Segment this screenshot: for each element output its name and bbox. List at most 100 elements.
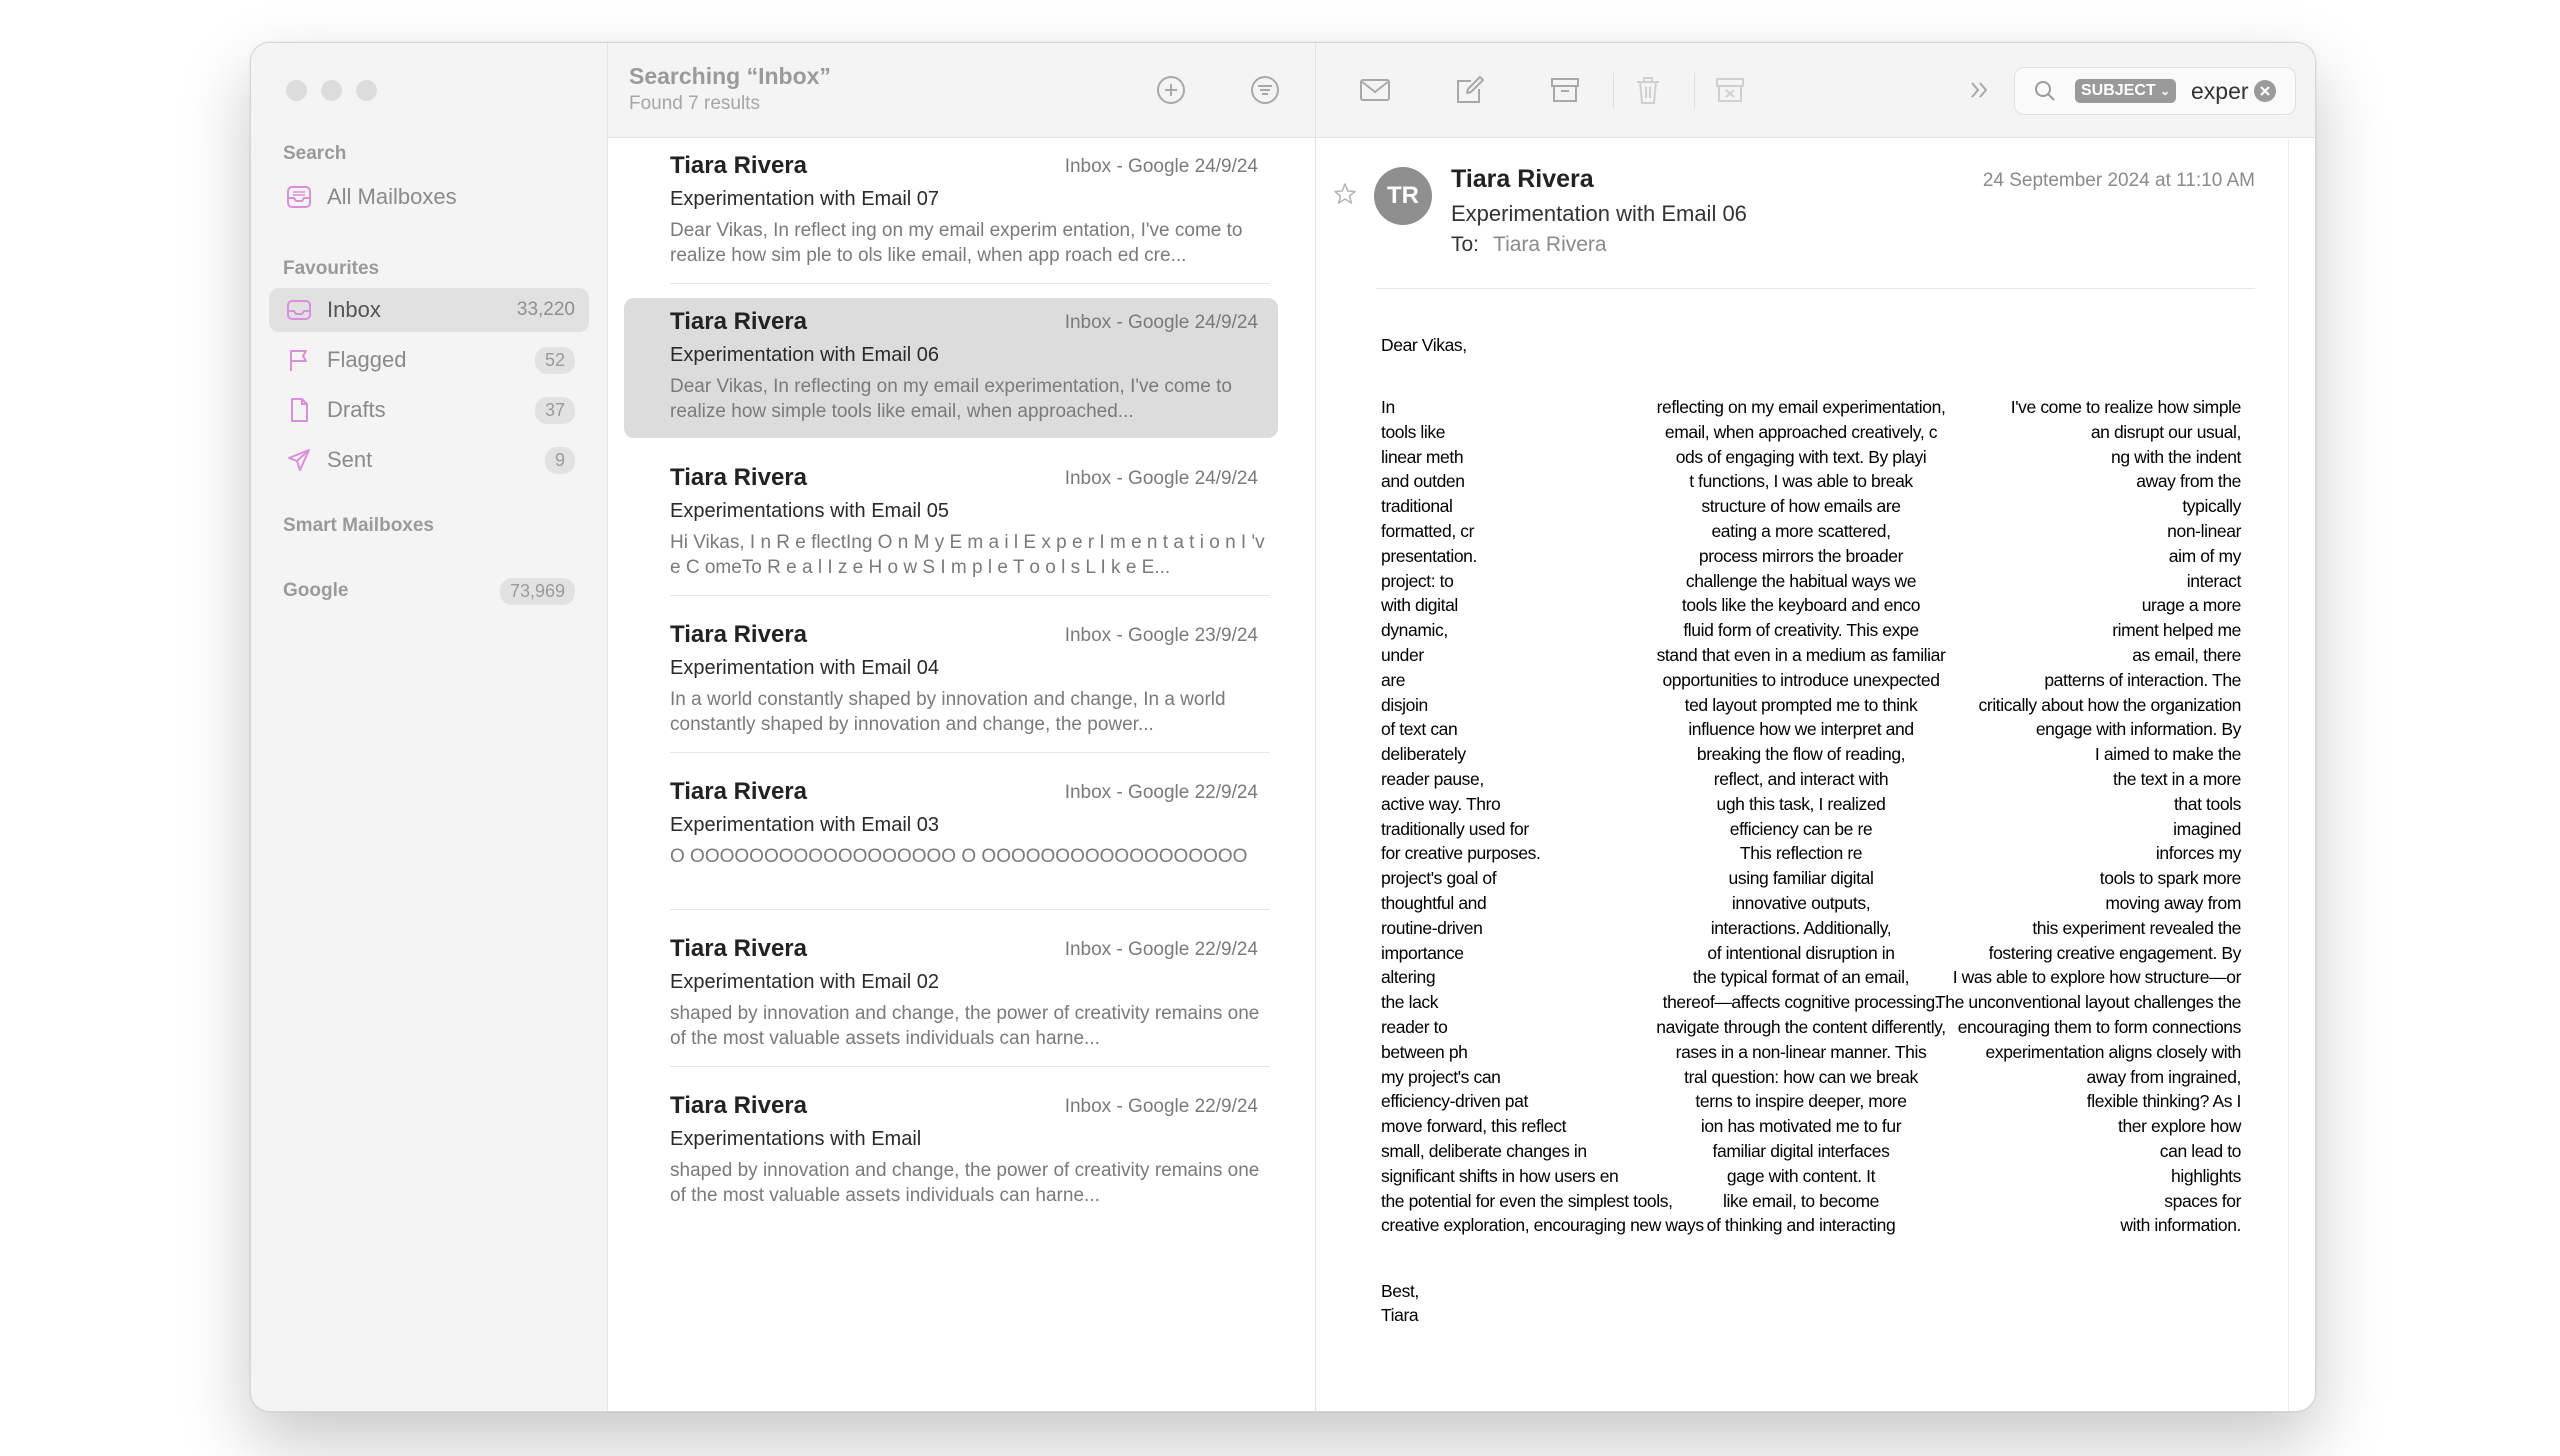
email-body-fragment: typically xyxy=(2182,496,2241,517)
filter-button[interactable] xyxy=(1248,73,1282,107)
tray-icon xyxy=(285,183,313,211)
email-body-line: project's goal of using familiar digital t… xyxy=(1381,868,2241,893)
message-subject: Experimentation with Email 04 xyxy=(670,657,940,679)
email-body-fragment: using familiar digital xyxy=(1728,868,1874,889)
message-preview: shaped by innovation and change, the pow… xyxy=(670,1003,1260,1049)
sidebar-section-smart-mailboxes[interactable]: Smart Mailboxes xyxy=(283,515,434,537)
email-body-line: and outden t functions, I was able to bre… xyxy=(1381,471,2241,496)
email-body-fragment: tral question: how can we break xyxy=(1684,1066,1918,1087)
compose-button[interactable] xyxy=(1451,71,1489,109)
email-body-line: traditional structure of how emails are ty… xyxy=(1381,496,2241,521)
email-body-fragment: patterns of interaction. The xyxy=(2044,669,2241,690)
email-body-fragment: reflecting on my email experimentation, xyxy=(1656,397,1946,417)
close-window-button[interactable] xyxy=(286,80,307,101)
email-body-line: dynamic, fluid form of creativity. This e… xyxy=(1381,620,2241,645)
more-toolbar-button[interactable] xyxy=(1960,71,1998,109)
email-body-line: the potential for even the simplest tool… xyxy=(1381,1191,2241,1216)
mail-window: Search All Mailboxes Favourites Inbox 33… xyxy=(250,42,2316,1412)
message-sender: Tiara Rivera xyxy=(670,152,807,179)
to-label: To: xyxy=(1451,233,1480,256)
message-meta: Inbox - Google 24/9/24 xyxy=(1064,468,1258,489)
email-body-fragment: fostering creative engagement. By xyxy=(1988,942,2242,963)
star-icon[interactable] xyxy=(1332,181,1358,207)
email-body-fragment: interact xyxy=(2186,570,2242,591)
sidebar-item-flagged[interactable]: Flagged 52 xyxy=(269,338,589,382)
archive-button[interactable] xyxy=(1546,71,1584,109)
message-meta: Inbox - Google 22/9/24 xyxy=(1064,782,1258,803)
message-row[interactable]: Tiara Rivera Inbox - Google 24/9/24 Expe… xyxy=(624,142,1278,284)
message-meta: Inbox - Google 22/9/24 xyxy=(1064,1096,1258,1117)
message-sender: Tiara Rivera xyxy=(670,778,807,805)
recipient-name[interactable]: Tiara Rivera xyxy=(1493,233,1607,256)
email-body-fragment: for creative purposes. xyxy=(1381,843,1541,864)
email-body-fragment: I aimed to make the xyxy=(2094,744,2241,765)
email-body-fragment: and outden xyxy=(1381,471,1465,492)
email-body-fragment: away from the xyxy=(2136,471,2241,492)
message-row[interactable]: Tiara Rivera Inbox - Google 22/9/24 Expe… xyxy=(624,768,1278,910)
message-row[interactable]: Tiara Rivera Inbox - Google 22/9/24 Expe… xyxy=(624,925,1278,1067)
email-body: In reflecting on my email experimentation… xyxy=(1381,397,2241,1240)
email-body-fragment: under xyxy=(1381,644,1424,665)
sidebar-item-label: All Mailboxes xyxy=(327,184,457,209)
sidebar: Search All Mailboxes Favourites Inbox 33… xyxy=(251,43,608,1411)
email-body-line: reader to navigate through the content di… xyxy=(1381,1017,2241,1042)
email-body-line: altering the typical format of an email, I… xyxy=(1381,967,2241,992)
message-row[interactable]: Tiara Rivera Inbox - Google 22/9/24 Expe… xyxy=(624,1082,1278,1222)
message-meta: Inbox - Google 24/9/24 xyxy=(1064,156,1258,177)
email-body-fragment: thoughtful and xyxy=(1381,892,1487,913)
window-controls xyxy=(286,80,377,101)
email-body-fragment: stand that even in a medium as familiar xyxy=(1656,644,1946,665)
sidebar-item-drafts[interactable]: Drafts 37 xyxy=(269,388,589,432)
scrollbar[interactable] xyxy=(2288,139,2289,1411)
message-row[interactable]: Tiara Rivera Inbox - Google 24/9/24 Expe… xyxy=(624,454,1278,596)
sidebar-item-inbox[interactable]: Inbox 33,220 xyxy=(269,288,589,332)
email-body-fragment: innovative outputs, xyxy=(1731,892,1871,913)
get-mail-button[interactable] xyxy=(1356,71,1394,109)
row-divider xyxy=(670,283,1270,284)
email-body-fragment: challenge the habitual ways we xyxy=(1685,570,1917,591)
search-input[interactable]: exper xyxy=(2191,78,2249,105)
message-list-pane: Searching “Inbox” Found 7 results Tiara … xyxy=(608,43,1316,1411)
new-message-button[interactable] xyxy=(1154,73,1188,107)
email-body-line: routine-driven interactions. Additionally… xyxy=(1381,918,2241,943)
email-body-fragment: the text in a more xyxy=(2112,768,2241,789)
minimize-window-button[interactable] xyxy=(321,80,342,101)
email-body-fragment: non-linear xyxy=(2167,520,2241,541)
email-body-line: small, deliberate changes in familiar dig… xyxy=(1381,1141,2241,1166)
email-body-fragment: I've come to realize how simple xyxy=(2010,397,2242,417)
message-row-selected[interactable]: Tiara Rivera Inbox - Google 24/9/24 Expe… xyxy=(624,298,1278,438)
message-preview: Dear Vikas, In reflecting on my email ex… xyxy=(670,376,1232,422)
email-body-line: active way. Thro ugh this task, I realize… xyxy=(1381,794,2241,819)
email-body-line: efficiency-driven pat terns to inspire de… xyxy=(1381,1091,2241,1116)
clear-search-icon[interactable] xyxy=(2253,79,2277,103)
sidebar-item-sent[interactable]: Sent 9 xyxy=(269,438,589,482)
zoom-window-button[interactable] xyxy=(356,80,377,101)
email-body-line: under stand that even in a medium as fami… xyxy=(1381,645,2241,670)
email-body-fragment: this experiment revealed the xyxy=(2032,917,2241,938)
sender-name[interactable]: Tiara Rivera xyxy=(1451,165,1594,194)
sidebar-item-all-mailboxes[interactable]: All Mailboxes xyxy=(269,175,589,219)
junk-button[interactable] xyxy=(1711,71,1749,109)
delete-button[interactable] xyxy=(1629,71,1667,109)
email-body-fragment: reader pause, xyxy=(1381,768,1484,789)
email-body-fragment: disjoin xyxy=(1381,694,1428,715)
email-body-line: project: to challenge the habitual ways w… xyxy=(1381,571,2241,596)
sidebar-item-label: Inbox xyxy=(327,297,381,322)
email-body-line: are opportunities to introduce unexpected… xyxy=(1381,670,2241,695)
email-body-fragment: eating a more scattered, xyxy=(1711,520,1891,541)
email-body-fragment: deliberately xyxy=(1381,744,1466,765)
search-scope-token[interactable]: SUBJECT ⌄ xyxy=(2075,79,2177,103)
email-body-fragment: aim of my xyxy=(2168,545,2242,566)
sidebar-item-google[interactable]: Google 73,969 xyxy=(269,569,589,613)
paper-plane-icon xyxy=(285,446,313,474)
email-body-fragment: traditionally used for xyxy=(1381,818,1529,839)
email-body-fragment: project's goal of xyxy=(1381,868,1497,889)
email-body-fragment: ng with the indent xyxy=(2111,446,2241,467)
email-body-fragment: ods of engaging with text. By playi xyxy=(1675,446,1927,467)
message-row[interactable]: Tiara Rivera Inbox - Google 23/9/24 Expe… xyxy=(624,611,1278,753)
count-badge: 9 xyxy=(544,446,575,474)
email-body-line: with digital tools like the keyboard and … xyxy=(1381,595,2241,620)
search-field[interactable]: SUBJECT ⌄ exper xyxy=(2014,67,2296,115)
email-body-fragment: terns to inspire deeper, more xyxy=(1695,1091,1907,1112)
email-body-fragment: linear meth xyxy=(1381,446,1464,467)
